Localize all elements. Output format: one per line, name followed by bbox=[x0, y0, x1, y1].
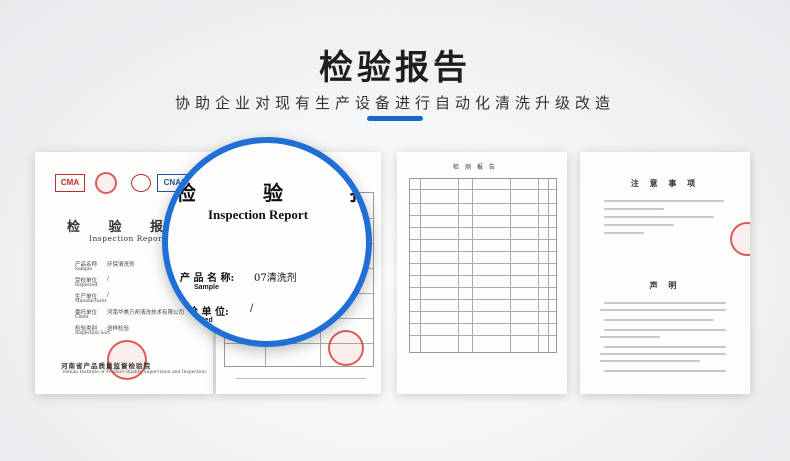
magnified-unit-value: / bbox=[250, 303, 254, 314]
magnified-inspected-label: nspected bbox=[182, 317, 213, 324]
partial-seal bbox=[730, 222, 750, 256]
field-label: Sample bbox=[75, 267, 93, 272]
field-label: Manufacturer bbox=[75, 299, 107, 304]
institute-name-en: Henan Institute of Product Quality Super… bbox=[63, 370, 206, 375]
report-title: 检 验 报 bbox=[67, 220, 176, 235]
circle-logo bbox=[131, 174, 151, 192]
field-label: Inspection Sort bbox=[75, 331, 111, 336]
magnified-sample-label: Sample bbox=[194, 284, 219, 291]
field-value: 送样检验 bbox=[107, 326, 130, 332]
results-title: 检 测 报 告 bbox=[453, 164, 497, 171]
statement-title: 声 明 bbox=[649, 280, 681, 290]
page-subtitle: 协助企业对现有生产设备进行自动化清洗升级改造 bbox=[174, 94, 615, 112]
magnified-product-value: 07清洗剂 bbox=[254, 273, 297, 284]
page-title: 检验报告 bbox=[319, 48, 471, 88]
signature-line bbox=[236, 378, 366, 379]
notice-title: 注 意 事 项 bbox=[630, 178, 700, 188]
field-value: / bbox=[107, 292, 109, 298]
magnified-unit-label: 检 单 位: bbox=[188, 307, 229, 318]
certification-seal bbox=[95, 172, 117, 194]
field-label: Client bbox=[75, 315, 89, 320]
results-table bbox=[409, 178, 557, 353]
cma-logo: CMA bbox=[55, 174, 85, 192]
magnified-product-label: 产 品 名 称: bbox=[180, 273, 235, 284]
field-label: Inspected bbox=[75, 283, 98, 288]
magnified-heading-en: Inspection Report bbox=[208, 207, 309, 222]
magnified-heading: 检 验 报 bbox=[176, 181, 366, 205]
institute-name: 河南省产品质量监督检验院 bbox=[61, 362, 151, 370]
magnifier-lens: 检 验 报 Inspection Report 产 品 名 称: 07清洗剂 S… bbox=[162, 137, 372, 347]
report-title-en: Inspection Report bbox=[89, 234, 166, 243]
title-underline bbox=[367, 116, 423, 121]
notice-page: 注 意 事 项 声 明 bbox=[580, 152, 750, 394]
field-value: / bbox=[107, 276, 109, 282]
test-results-page: 检 测 报 告 bbox=[397, 152, 567, 394]
field-value: 环保清洗剂 bbox=[107, 262, 135, 268]
